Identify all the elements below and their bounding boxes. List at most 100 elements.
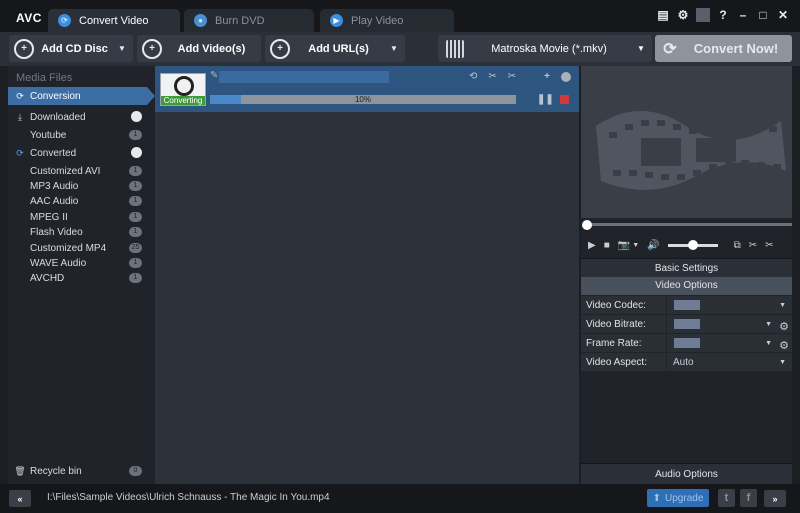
video-aspect-select[interactable]: Auto ▼ bbox=[667, 353, 792, 371]
film-add-icon: + bbox=[142, 38, 162, 59]
volume-handle[interactable] bbox=[687, 239, 698, 250]
minimize-button[interactable]: – bbox=[736, 8, 750, 22]
add-url-button[interactable]: + Add URL(s) ▼ bbox=[265, 35, 405, 62]
rotate-icon[interactable]: ⟲ bbox=[469, 71, 477, 82]
seek-bar[interactable] bbox=[581, 218, 792, 232]
volume-slider[interactable] bbox=[667, 239, 718, 250]
sidebar-item-downloaded[interactable]: ⤓ Downloaded bbox=[8, 108, 147, 126]
video-thumbnail: Converting bbox=[160, 73, 206, 106]
add-cd-label: Add CD Disc bbox=[41, 42, 108, 55]
play-icon[interactable]: ▶ bbox=[588, 240, 596, 251]
add-video-button[interactable]: + Add Video(s) bbox=[137, 35, 261, 62]
conversion-icon: ⟳ bbox=[16, 90, 24, 101]
maximize-button[interactable]: □ bbox=[756, 8, 770, 22]
output-format-select[interactable]: Matroska Movie (*.mkv) ▼ bbox=[438, 35, 652, 62]
convert-now-button[interactable]: ⟳ Convert Now! bbox=[655, 35, 792, 62]
crop-icon[interactable]: ✂ bbox=[508, 71, 516, 82]
upgrade-label: Upgrade bbox=[665, 492, 704, 504]
video-aspect-value: Auto bbox=[673, 357, 694, 368]
file-name-field[interactable] bbox=[219, 71, 389, 83]
add-cd-disc-button[interactable]: + Add CD Disc ▼ bbox=[9, 35, 133, 62]
collapse-badge[interactable] bbox=[131, 147, 142, 158]
sidebar-item-conversion[interactable]: ⟳ Conversion bbox=[8, 87, 155, 105]
tab-convert-video[interactable]: ⟳ Convert Video bbox=[48, 9, 180, 32]
settings-list-icon[interactable]: ▤ bbox=[656, 8, 670, 22]
seek-track[interactable] bbox=[587, 223, 792, 226]
redacted-value bbox=[674, 338, 700, 348]
volume-icon[interactable]: 🔊 bbox=[647, 240, 659, 251]
collapse-sidebar-button[interactable]: « bbox=[9, 490, 31, 507]
tab-label: Play Video bbox=[351, 14, 404, 27]
facebook-icon[interactable]: f bbox=[740, 489, 757, 507]
task-list: Converting ✎ ⟲ ✂ ✂ + 10% ❚❚ bbox=[155, 66, 579, 484]
disc-icon: ● bbox=[194, 14, 207, 27]
status-dot bbox=[561, 71, 571, 82]
frame-rate-select[interactable]: ▼ ⚙ bbox=[667, 334, 792, 352]
sidebar-item-avchd[interactable]: AVCHD 1 bbox=[8, 269, 147, 287]
chevron-down-icon[interactable]: ▼ bbox=[115, 44, 129, 53]
option-label: Video Bitrate: bbox=[581, 315, 667, 333]
frame-rate-row[interactable]: Frame Rate: ▼ ⚙ bbox=[581, 334, 792, 353]
count-badge: 1 bbox=[129, 181, 142, 191]
video-codec-select[interactable]: ▼ bbox=[667, 296, 792, 314]
pause-button[interactable]: ❚❚ bbox=[537, 94, 554, 105]
task-actions: ⟲ ✂ ✂ + bbox=[469, 71, 571, 82]
trash-icon: 🗑 bbox=[14, 465, 26, 476]
seek-handle[interactable] bbox=[582, 220, 592, 230]
cut-icon[interactable]: ✂ bbox=[488, 71, 496, 82]
tab-burn-dvd[interactable]: ● Burn DVD bbox=[184, 9, 314, 32]
copy-icon[interactable]: ⧉ bbox=[734, 240, 741, 251]
title-bar: AVC ⟳ Convert Video ● Burn DVD ▶ Play Vi… bbox=[0, 0, 800, 32]
close-button[interactable]: ✕ bbox=[776, 8, 790, 22]
chevron-down-icon[interactable]: ▼ bbox=[632, 242, 639, 249]
app-logo: AVC bbox=[16, 11, 42, 25]
video-codec-row[interactable]: Video Codec: ▼ bbox=[581, 296, 792, 315]
selection-arrow bbox=[147, 87, 155, 105]
twitter-icon[interactable]: t bbox=[718, 489, 735, 507]
right-panel: ▶ ■ 📷 ▼ 🔊 ⧉ ✂ ✂ Basic Settings Video Opt… bbox=[581, 66, 792, 484]
basic-settings-header[interactable]: Basic Settings bbox=[581, 258, 792, 277]
chevron-down-icon: ▼ bbox=[765, 321, 772, 328]
film-reel-icon bbox=[174, 76, 194, 96]
globe-add-icon: + bbox=[270, 38, 290, 59]
chevron-down-icon: ▼ bbox=[779, 359, 786, 366]
sidebar-item-recycle-bin[interactable]: 🗑 Recycle bin 0 bbox=[8, 462, 147, 480]
refresh-icon: ⟳ bbox=[663, 40, 677, 58]
video-bitrate-row[interactable]: Video Bitrate: ▼ ⚙ bbox=[581, 315, 792, 334]
add-video-label: Add Video(s) bbox=[177, 42, 246, 55]
edit-pencil-icon[interactable]: ✎ bbox=[210, 70, 218, 81]
add-icon[interactable]: + bbox=[544, 71, 550, 82]
sidebar-item-youtube[interactable]: Youtube 1 bbox=[8, 126, 147, 144]
sidebar-item-label: Conversion bbox=[30, 90, 81, 102]
progress-bar: 10% bbox=[210, 95, 516, 104]
film-strip-icon bbox=[596, 111, 786, 190]
sidebar-item-label: Recycle bin bbox=[30, 465, 82, 477]
video-aspect-row[interactable]: Video Aspect: Auto ▼ bbox=[581, 353, 792, 372]
gear-icon[interactable]: ⚙ bbox=[676, 8, 690, 22]
snapshot-icon[interactable]: 📷 bbox=[618, 240, 630, 251]
sidebar: Media Files ⟳ Conversion ⤓ Downloaded Yo… bbox=[8, 66, 155, 484]
sidebar-item-label: Youtube bbox=[30, 129, 67, 141]
sidebar-item-label: Customized MP4 bbox=[30, 242, 107, 254]
player-controls: ▶ ■ 📷 ▼ 🔊 ⧉ ✂ ✂ bbox=[581, 232, 792, 258]
count-badge: 1 bbox=[129, 258, 142, 268]
task-row[interactable]: Converting ✎ ⟲ ✂ ✂ + 10% ❚❚ bbox=[155, 66, 579, 112]
stop-icon[interactable]: ■ bbox=[604, 240, 610, 251]
tab-play-video[interactable]: ▶ Play Video bbox=[320, 9, 454, 32]
collapse-badge[interactable] bbox=[131, 111, 142, 122]
chevron-down-icon[interactable]: ▼ bbox=[387, 44, 401, 53]
audio-options-header[interactable]: Audio Options bbox=[581, 463, 792, 484]
sidebar-item-label: MP3 Audio bbox=[30, 180, 79, 192]
help-button[interactable]: ? bbox=[716, 8, 730, 22]
stop-button[interactable] bbox=[560, 95, 569, 104]
expand-button[interactable]: » bbox=[764, 490, 786, 507]
upgrade-button[interactable]: ⬆ Upgrade bbox=[647, 489, 709, 507]
video-options-header[interactable]: Video Options bbox=[581, 277, 792, 295]
tab-label: Convert Video bbox=[79, 14, 149, 27]
redacted-value bbox=[674, 300, 700, 310]
cut-icon[interactable]: ✂ bbox=[749, 240, 757, 251]
crop-icon[interactable]: ✂ bbox=[765, 240, 773, 251]
video-bitrate-select[interactable]: ▼ ⚙ bbox=[667, 315, 792, 333]
count-badge: 1 bbox=[129, 166, 142, 176]
sidebar-item-converted[interactable]: ⟳ Converted bbox=[8, 144, 147, 162]
